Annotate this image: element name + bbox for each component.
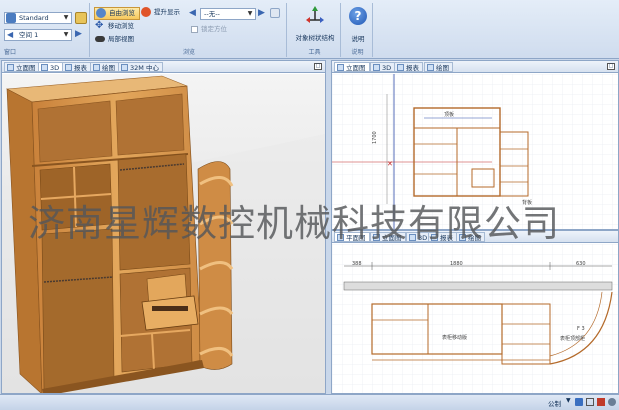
space-combo-value: 空间 1 (19, 31, 39, 39)
ribbon-group-help: ? 说明 说明 (343, 3, 373, 57)
tab-drawing-label: 绘图 (102, 64, 115, 72)
orbit-button[interactable]: 自由浏览 (94, 7, 140, 20)
checkbox-icon[interactable] (191, 26, 198, 33)
object-tree-button[interactable]: 对象树状结构 (289, 6, 341, 42)
select-prev-icon[interactable]: ◀ (189, 8, 196, 18)
units-label[interactable]: 公制 (548, 398, 561, 408)
style-combo-value: Standard (19, 14, 49, 22)
center-icon (121, 64, 128, 71)
next-space-icon[interactable]: ▶ (75, 29, 82, 39)
company-watermark: 济南星辉数控机械科技有限公司 (28, 202, 560, 245)
cube-icon (41, 64, 48, 71)
tab-report[interactable]: 报表 (62, 62, 91, 72)
viewport-3d-tabbar: 立面图 3D 报表 绘图 32M 中心 □ (2, 61, 325, 73)
tab-drawing-label: 绘图 (436, 64, 449, 72)
ortho-icon[interactable] (597, 398, 605, 406)
elevation-height-value: 1700 (372, 131, 378, 144)
lock-orientation-checkbox[interactable]: 锁定方位 (189, 24, 227, 35)
drawing-icon (93, 64, 100, 71)
drawing-icon (427, 64, 434, 71)
status-bar: 公制 ▼ (0, 394, 619, 410)
tab-report-label: 报表 (406, 64, 419, 72)
space-combo[interactable]: ◀ 空间 1 ▼ (4, 29, 72, 41)
grid-icon[interactable] (586, 398, 594, 406)
lock-orientation-label: 锁定方位 (201, 25, 227, 33)
tab-3d[interactable]: 3D (370, 62, 396, 72)
select-next-icon[interactable]: ▶ (258, 8, 265, 18)
svg-text:✕: ✕ (387, 160, 393, 168)
elevation-top-label: 顶板 (444, 111, 454, 118)
plan-label-right: 表柜顶部柜 (560, 335, 585, 342)
ribbon-group-view: Standard ▼ ◀ 空间 1 ▼ ▶ 窗口 (2, 3, 90, 57)
elevation-icon (7, 64, 14, 71)
viewport-plan[interactable]: 平面图 立面图 3D 报表 绘图 388 1880 630 表柜移动版 F 3 … (331, 230, 619, 394)
orbit-label: 自由浏览 (109, 9, 135, 17)
ribbon: Standard ▼ ◀ 空间 1 ▼ ▶ 窗口 自由浏览 ✥ 移动浏览 局部视… (0, 0, 619, 59)
tab-elevation[interactable]: 立面图 (334, 62, 370, 72)
help-button[interactable]: ? 说明 (343, 7, 373, 43)
plan-label-number: F 3 (577, 326, 585, 332)
local-view-button[interactable]: 局部视图 (94, 34, 134, 45)
object-tree-icon (306, 6, 324, 23)
lift-button[interactable]: 提升显示 (140, 7, 180, 18)
viewport-elevation-tabbar: 立面图 3D 报表 绘图 □ (332, 61, 618, 73)
tab-32m-center-label: 32M 中心 (130, 64, 159, 72)
lift-icon (141, 7, 151, 17)
chevron-down-icon[interactable]: ▼ (62, 14, 70, 22)
prev-space-icon[interactable]: ◀ (7, 30, 13, 40)
maximize-pane-icon[interactable]: □ (607, 63, 615, 70)
tab-drawing[interactable]: 绘图 (424, 62, 453, 72)
plan-dim-right: 630 (576, 261, 586, 267)
tab-elevation-label: 立面图 (16, 64, 36, 72)
style-combo[interactable]: Standard ▼ (4, 12, 72, 24)
tab-3d-label: 3D (382, 64, 392, 72)
elevation-icon (337, 64, 344, 71)
plan-dim-left: 388 (352, 261, 362, 267)
tab-3d-label: 3D (50, 64, 60, 72)
tab-3d[interactable]: 3D (38, 62, 64, 72)
tab-32m-center[interactable]: 32M 中心 (118, 62, 163, 72)
orbit-icon (96, 8, 106, 18)
units-chevron-down-icon[interactable]: ▼ (566, 397, 571, 404)
tools-group-caption: 工具 (308, 49, 321, 56)
settings-icon[interactable] (608, 398, 616, 406)
plan-drawing: 388 1880 630 表柜移动版 F 3 表柜顶部柜 (332, 244, 618, 393)
local-view-label: 局部视图 (108, 35, 134, 43)
help-label: 说明 (351, 35, 365, 43)
local-view-icon (95, 36, 105, 42)
plan-dim-middle: 1880 (450, 261, 463, 267)
report-icon (65, 64, 72, 71)
help-group-caption: 说明 (351, 49, 364, 56)
pan-icon: ✥ (95, 20, 104, 31)
tab-report[interactable]: 报表 (394, 62, 423, 72)
maximize-pane-icon[interactable]: □ (314, 63, 322, 70)
style-settings-icon[interactable] (75, 12, 87, 24)
ribbon-group-tools: 对象树状结构 工具 (289, 3, 341, 57)
select-settings-icon[interactable] (270, 8, 280, 18)
pan-label: 移动浏览 (108, 22, 134, 30)
filter-combo-value: --无-- (204, 10, 220, 18)
help-icon: ? (349, 7, 367, 25)
snap-icon[interactable] (575, 398, 583, 406)
filter-combo[interactable]: --无-- ▼ (200, 8, 256, 20)
style-icon (6, 13, 16, 23)
pan-button[interactable]: ✥ 移动浏览 (94, 21, 134, 32)
chevron-down-icon[interactable]: ▼ (62, 31, 70, 39)
object-tree-label: 对象树状结构 (295, 34, 335, 42)
plan-label-left: 表柜移动版 (442, 334, 467, 341)
lift-label: 提升显示 (154, 8, 180, 16)
chevron-down-icon[interactable]: ▼ (246, 10, 254, 18)
cube-icon (373, 64, 380, 71)
report-icon (397, 64, 404, 71)
tab-drawing[interactable]: 绘图 (90, 62, 119, 72)
browse-group-caption: 浏览 (182, 49, 195, 56)
ribbon-group-browse: 自由浏览 ✥ 移动浏览 局部视图 提升显示 ◀ --无-- ▼ ▶ 锁定方位 浏… (92, 3, 287, 57)
tab-elevation-label: 立面图 (346, 64, 366, 72)
tab-report-label: 报表 (74, 64, 87, 72)
tab-elevation[interactable]: 立面图 (4, 62, 40, 72)
view-group-caption: 窗口 (4, 49, 17, 56)
